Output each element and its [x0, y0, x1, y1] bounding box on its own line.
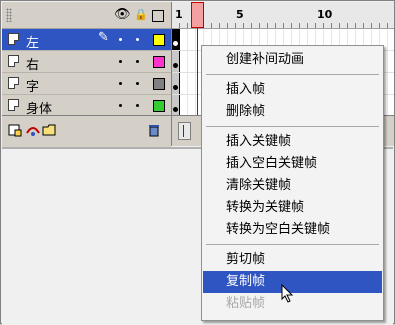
layer-name: 字: [26, 80, 40, 95]
ruler-tick: [379, 23, 380, 28]
menu-separator: [206, 244, 379, 245]
visibility-dot[interactable]: [119, 60, 122, 63]
ruler-tick: [243, 23, 244, 28]
ruler-tick: [307, 23, 308, 28]
lock-icon[interactable]: 🔒: [134, 8, 148, 22]
playhead-line: [197, 28, 198, 115]
menu-item[interactable]: 转换为关键帧: [203, 197, 382, 219]
ruler-tick: [267, 23, 268, 28]
keyframe[interactable]: [172, 29, 180, 50]
add-folder-icon[interactable]: [42, 123, 58, 140]
layer-row[interactable]: 右: [2, 51, 171, 73]
lock-dot[interactable]: [136, 104, 139, 107]
ruler-number: 10: [317, 8, 333, 21]
frame-ruler[interactable]: 1 5 10: [172, 2, 394, 29]
menu-item[interactable]: 插入空白关键帧: [203, 153, 382, 175]
layer-row[interactable]: 字: [2, 73, 171, 95]
layer-color-swatch[interactable]: [153, 56, 165, 68]
menu-item[interactable]: 清除关键帧: [203, 175, 382, 197]
ruler-tick: [283, 23, 284, 28]
ruler-tick: [187, 23, 188, 28]
layer-row[interactable]: 左 ✎: [2, 29, 171, 51]
visibility-dot[interactable]: [119, 104, 122, 107]
ruler-tick: [339, 23, 340, 28]
keyframe[interactable]: [172, 51, 180, 72]
ruler-tick: [315, 23, 316, 28]
layer-name: 右: [26, 58, 40, 73]
ruler-tick: [363, 23, 364, 28]
eye-icon[interactable]: 👁: [114, 8, 131, 22]
menu-item[interactable]: 创建补间动画: [203, 49, 382, 71]
ruler-tick: [299, 23, 300, 28]
add-layer-icon[interactable]: [8, 123, 22, 140]
mouse-cursor-icon: [281, 283, 295, 307]
ruler-tick: [259, 23, 260, 28]
keyframe[interactable]: [172, 95, 180, 116]
ruler-tick: [331, 23, 332, 28]
ruler-tick: [355, 23, 356, 28]
lock-dot[interactable]: [136, 82, 139, 85]
lock-dot[interactable]: [136, 38, 139, 41]
ruler-tick: [219, 23, 220, 28]
layer-icon: [8, 55, 19, 67]
ruler-tick: [323, 23, 324, 28]
visibility-dot[interactable]: [119, 38, 122, 41]
ruler-number: 1: [175, 8, 183, 21]
layer-icon: [8, 77, 19, 89]
menu-separator: [206, 74, 379, 75]
layer-row[interactable]: 身体: [2, 95, 171, 117]
layer-color-swatch[interactable]: [153, 100, 165, 112]
ruler-tick: [179, 23, 180, 28]
pencil-icon: ✎: [98, 30, 109, 45]
ruler-tick: [251, 23, 252, 28]
keyframe-dot: [173, 41, 178, 46]
layer-name: 左: [26, 36, 40, 51]
ruler-tick: [347, 23, 348, 28]
center-frame-icon: [183, 125, 184, 137]
ruler-tick: [291, 23, 292, 28]
grip-handle[interactable]: [6, 8, 12, 22]
add-motion-guide-icon[interactable]: [26, 123, 40, 140]
layer-color-swatch[interactable]: [153, 78, 165, 90]
ruler-tick: [235, 23, 236, 28]
layer-icon: [8, 99, 19, 111]
ruler-tick: [371, 23, 372, 28]
layers-header: 👁 🔒: [2, 2, 171, 29]
menu-item[interactable]: 删除帧: [203, 101, 382, 123]
playhead[interactable]: [191, 2, 204, 28]
lock-dot[interactable]: [136, 60, 139, 63]
menu-item[interactable]: 插入关键帧: [203, 131, 382, 153]
ruler-tick: [211, 23, 212, 28]
keyframe-dot: [173, 63, 178, 68]
context-menu: 创建补间动画 插入帧 删除帧插入关键帧 插入空白关键帧 清除关键帧 转换为关键帧 转换为空白…: [201, 45, 384, 321]
keyframe[interactable]: [172, 73, 180, 94]
menu-item[interactable]: 插入帧: [203, 79, 382, 101]
layer-color-swatch[interactable]: [153, 34, 165, 46]
menu-item[interactable]: 剪切帧: [203, 249, 382, 271]
visibility-dot[interactable]: [119, 82, 122, 85]
menu-item[interactable]: 转换为空白关键帧: [203, 219, 382, 241]
trash-icon[interactable]: [147, 123, 161, 140]
keyframe-dot: [173, 107, 178, 112]
layers-footer: [2, 115, 171, 147]
layers-panel: 👁 🔒 左 ✎ 右 字 身体: [2, 2, 171, 147]
ruler-number: 5: [236, 8, 244, 21]
layer-icon: [8, 33, 19, 45]
ruler-tick: [227, 23, 228, 28]
outline-icon[interactable]: [152, 10, 164, 22]
menu-separator: [206, 126, 379, 127]
keyframe-dot: [173, 85, 178, 90]
ruler-tick: [275, 23, 276, 28]
flash-timeline-window: 👁 🔒 左 ✎ 右 字 身体 1 5 10 创建补间动画 插入帧 删除帧 插入关…: [0, 0, 395, 325]
ruler-tick: [387, 23, 388, 28]
center-frame-button[interactable]: [178, 122, 191, 140]
